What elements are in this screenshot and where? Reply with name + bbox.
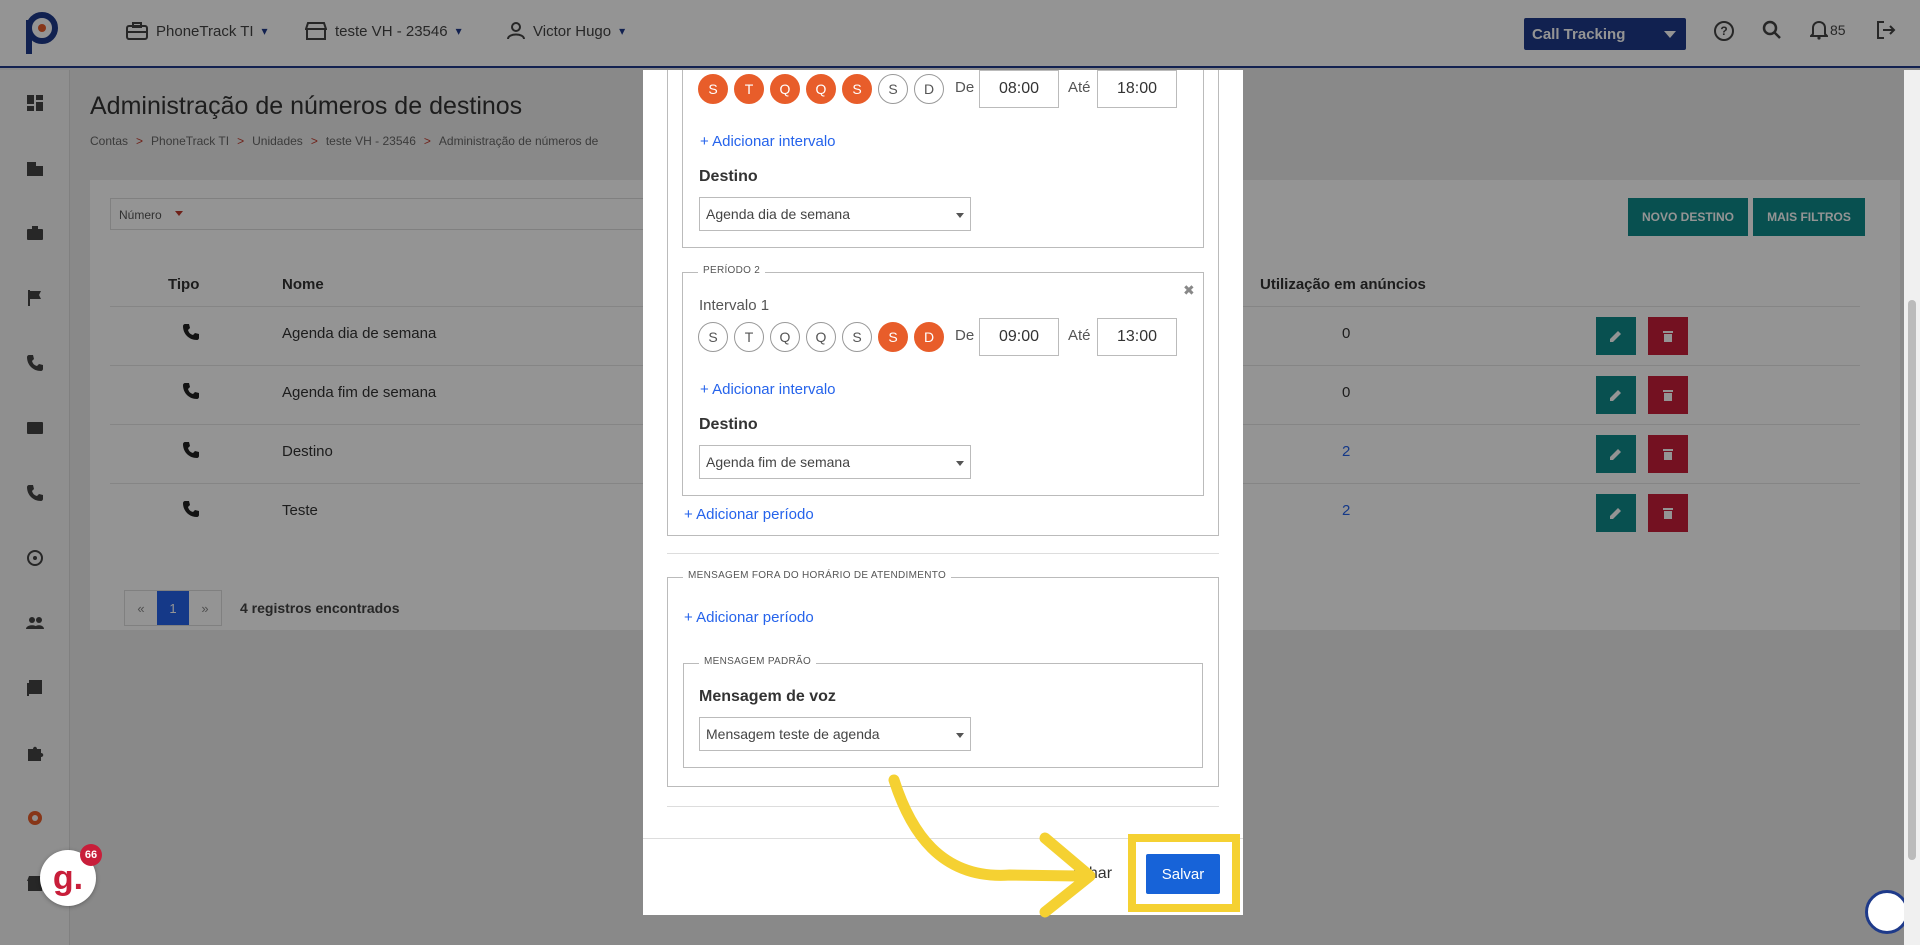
- start-time-input[interactable]: 09:00: [979, 318, 1059, 356]
- end-time-input[interactable]: 13:00: [1097, 318, 1177, 356]
- weekday-selector: S T Q Q S S D: [698, 74, 944, 104]
- voice-message-select[interactable]: Mensagem teste de agenda: [699, 717, 971, 751]
- interval-label: Intervalo 1: [699, 297, 770, 314]
- day-toggle[interactable]: Q: [770, 322, 800, 352]
- day-toggle[interactable]: T: [734, 74, 764, 104]
- add-interval-link[interactable]: + Adicionar intervalo: [700, 133, 836, 150]
- day-toggle[interactable]: S: [698, 322, 728, 352]
- destination-select-value: Agenda dia de semana: [706, 206, 850, 222]
- day-toggle[interactable]: D: [914, 322, 944, 352]
- support-widget[interactable]: [1865, 890, 1909, 934]
- add-interval-link[interactable]: + Adicionar intervalo: [700, 381, 836, 398]
- day-toggle[interactable]: Q: [770, 74, 800, 104]
- destination-select[interactable]: Agenda fim de semana: [699, 445, 971, 479]
- close-icon[interactable]: ✖: [1183, 282, 1195, 299]
- caret-down-icon: [956, 213, 964, 218]
- add-interval-label: Adicionar intervalo: [712, 133, 836, 150]
- day-toggle[interactable]: S: [842, 322, 872, 352]
- end-time-label: Até: [1068, 327, 1091, 344]
- voice-message-value: Mensagem teste de agenda: [706, 726, 880, 742]
- add-period-link[interactable]: + Adicionar período: [684, 506, 814, 523]
- default-message-group: MENSAGEM PADRÃO: [683, 656, 1203, 768]
- destination-select-value: Agenda fim de semana: [706, 454, 850, 470]
- day-toggle[interactable]: S: [878, 74, 908, 104]
- period-2-legend: PERÍODO 2: [698, 265, 766, 276]
- day-toggle[interactable]: Q: [806, 74, 836, 104]
- add-interval-label: Adicionar intervalo: [712, 381, 836, 398]
- weekday-selector: S T Q Q S S D: [698, 322, 944, 352]
- default-message-legend: MENSAGEM PADRÃO: [699, 656, 817, 667]
- chat-widget-count: 66: [80, 844, 102, 866]
- arrow-annotation: [888, 774, 1096, 918]
- destination-label: Destino: [699, 168, 758, 185]
- add-period-link[interactable]: + Adicionar período: [684, 609, 814, 626]
- caret-down-icon: [956, 461, 964, 466]
- day-toggle[interactable]: S: [698, 74, 728, 104]
- add-period-label: Adicionar período: [696, 506, 814, 523]
- chat-widget-logo: g.: [52, 858, 84, 897]
- out-of-hours-legend: MENSAGEM FORA DO HORÁRIO DE ATENDIMENTO: [683, 570, 952, 581]
- day-toggle[interactable]: D: [914, 74, 944, 104]
- day-toggle[interactable]: S: [842, 74, 872, 104]
- start-time-label: De: [955, 79, 975, 96]
- chat-widget[interactable]: g. 66: [40, 844, 102, 906]
- destination-label: Destino: [699, 416, 758, 433]
- caret-down-icon: [956, 733, 964, 738]
- day-toggle[interactable]: S: [878, 322, 908, 352]
- day-toggle[interactable]: Q: [806, 322, 836, 352]
- save-button[interactable]: Salvar: [1146, 854, 1220, 894]
- destination-select[interactable]: Agenda dia de semana: [699, 197, 971, 231]
- end-time-input[interactable]: 18:00: [1097, 70, 1177, 108]
- end-time-label: Até: [1068, 79, 1091, 96]
- start-time-label: De: [955, 327, 975, 344]
- voice-message-label: Mensagem de voz: [699, 688, 836, 705]
- divider: [667, 553, 1219, 554]
- day-toggle[interactable]: T: [734, 322, 764, 352]
- scrollbar-thumb[interactable]: [1908, 300, 1916, 860]
- start-time-input[interactable]: 08:00: [979, 70, 1059, 108]
- add-period-label: Adicionar período: [696, 609, 814, 626]
